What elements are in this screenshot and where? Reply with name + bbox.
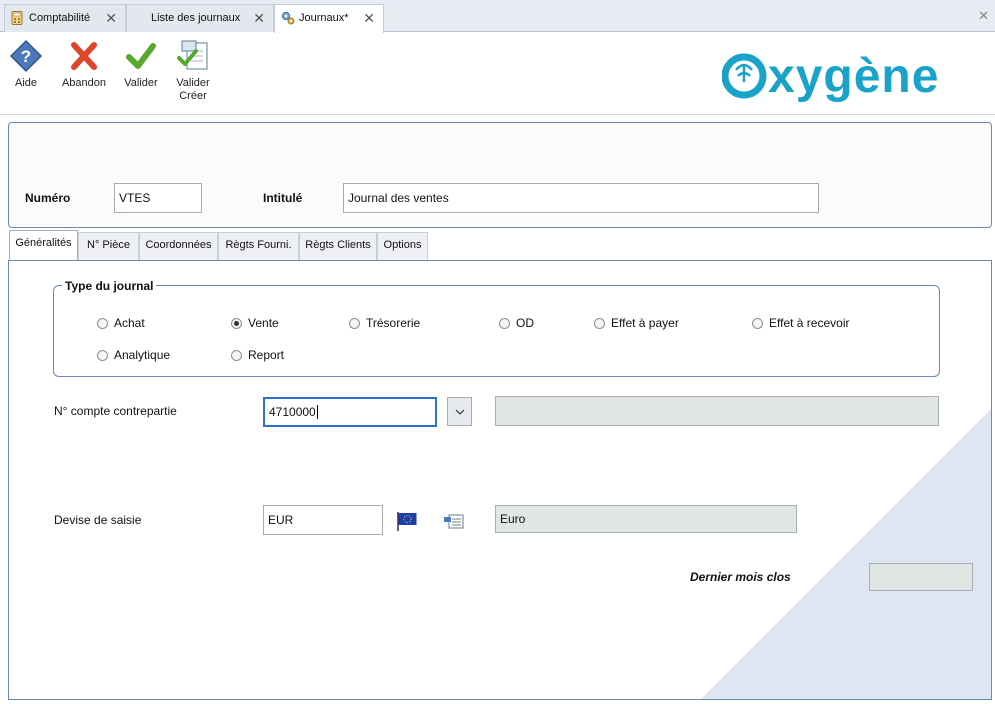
radio-dot xyxy=(752,317,763,329)
contrepartie-input[interactable]: 4710000 xyxy=(263,397,437,427)
radio-label: Effet à payer xyxy=(611,316,679,330)
radio-dot xyxy=(231,317,242,329)
intitule-label: Intitulé xyxy=(263,191,303,205)
radio-label: Vente xyxy=(248,316,279,330)
checkmark-icon xyxy=(126,43,156,69)
tab-label: N° Pièce xyxy=(87,239,130,251)
radio-label: Effet à recevoir xyxy=(769,316,850,330)
radio-dot xyxy=(594,317,605,329)
validate-create-label-1: Valider xyxy=(176,77,210,89)
contrepartie-description xyxy=(495,396,939,426)
radio-effet-payer[interactable]: Effet à payer xyxy=(594,316,679,330)
numero-value: VTES xyxy=(119,191,151,205)
radio-label: Achat xyxy=(114,316,145,330)
oxygene-logo: xygène xyxy=(721,50,984,104)
radio-vente[interactable]: Vente xyxy=(231,316,279,330)
devise-label: Devise de saisie xyxy=(54,513,142,527)
contrepartie-dropdown-button[interactable] xyxy=(447,397,472,426)
validate-label: Valider xyxy=(124,77,158,89)
close-icon[interactable]: ✕ xyxy=(105,10,117,27)
devise-value: EUR xyxy=(268,513,294,527)
radio-label: Analytique xyxy=(114,348,171,362)
tab-label: Comptabilité xyxy=(29,12,91,24)
abandon-label: Abandon xyxy=(61,77,107,89)
tab-n-piece[interactable]: N° Pièce xyxy=(78,232,139,260)
radio-od[interactable]: OD xyxy=(499,316,534,330)
tab-label: Journaux* xyxy=(299,12,349,24)
tab-label: Règts Fourni. xyxy=(225,239,292,251)
validate-create-icon xyxy=(177,40,208,70)
numero-label: Numéro xyxy=(25,191,71,205)
radio-analytique[interactable]: Analytique xyxy=(97,348,170,362)
header-panel: Numéro VTES Intitulé Journal des ventes xyxy=(8,122,992,228)
journal-type-title: Type du journal xyxy=(62,279,157,293)
numero-field[interactable]: VTES xyxy=(114,183,202,213)
close-all-icon[interactable]: ✕ xyxy=(978,8,989,24)
devise-description-value: Euro xyxy=(500,512,526,526)
journal-type-group: Type du journal Achat Vente Trésorerie O… xyxy=(53,279,940,377)
tab-regts-clients[interactable]: Règts Clients xyxy=(299,232,377,260)
radio-dot xyxy=(231,349,242,361)
devise-description: Euro xyxy=(495,505,797,533)
close-icon[interactable]: ✕ xyxy=(363,10,375,27)
tab-label: Coordonnées xyxy=(145,239,212,251)
tab-generalites[interactable]: Généralités xyxy=(9,230,78,261)
tab-label: Généralités xyxy=(15,237,72,249)
cancel-x-icon xyxy=(71,42,97,70)
validate-create-button[interactable]: Valider Créer xyxy=(172,39,214,103)
tab-label: Règts Clients xyxy=(305,239,371,251)
radio-label: OD xyxy=(516,316,534,330)
logo-text: xygène xyxy=(768,52,939,103)
radio-label: Trésorerie xyxy=(366,316,421,330)
radio-dot xyxy=(499,317,510,329)
intitule-field[interactable]: Journal des ventes xyxy=(343,183,819,213)
radio-report[interactable]: Report xyxy=(231,348,284,362)
chevron-down-icon xyxy=(455,409,464,415)
intitule-value: Journal des ventes xyxy=(348,191,449,205)
tab-journaux[interactable]: Journaux* ✕ xyxy=(274,4,384,33)
radio-effet-recevoir[interactable]: Effet à recevoir xyxy=(752,316,849,330)
tab-label: Liste des journaux xyxy=(151,12,241,24)
contrepartie-value: 4710000 xyxy=(269,405,316,419)
tab-regts-fourni[interactable]: Règts Fourni. xyxy=(218,232,299,260)
tab-liste-journaux[interactable]: Liste des journaux ✕ xyxy=(126,4,274,32)
tab-label: Options xyxy=(383,239,422,251)
radio-achat[interactable]: Achat xyxy=(97,316,145,330)
abandon-button[interactable]: Abandon xyxy=(60,39,108,90)
main-panel: Type du journal Achat Vente Trésorerie O… xyxy=(8,260,992,700)
help-button[interactable]: ? Aide xyxy=(8,39,44,90)
decorative-triangle xyxy=(701,409,991,699)
currency-details-icon[interactable] xyxy=(443,512,465,533)
dernier-mois-label: Dernier mois clos xyxy=(690,570,791,584)
gears-icon xyxy=(281,11,295,28)
tab-options[interactable]: Options xyxy=(377,232,428,260)
validate-create-label-2: Créer xyxy=(179,90,207,102)
help-label: Aide xyxy=(14,77,38,89)
tab-comptabilite[interactable]: Comptabilité ✕ xyxy=(4,4,126,32)
radio-dot xyxy=(97,349,108,361)
svg-text:?: ? xyxy=(21,47,31,66)
dernier-mois-field xyxy=(869,563,973,591)
text-cursor xyxy=(316,405,318,419)
help-icon: ? xyxy=(9,39,43,73)
radio-tresorerie[interactable]: Trésorerie xyxy=(349,316,420,330)
radio-dot xyxy=(349,317,360,329)
radio-dot xyxy=(97,317,108,329)
contrepartie-label: N° compte contrepartie xyxy=(54,404,177,418)
tab-coordonnees[interactable]: Coordonnées xyxy=(139,232,218,260)
close-icon[interactable]: ✕ xyxy=(253,10,265,27)
document-tab-bar: Comptabilité ✕ Liste des journaux ✕ Jour… xyxy=(0,0,995,33)
devise-input[interactable]: EUR xyxy=(263,505,383,535)
eu-flag-icon[interactable] xyxy=(396,510,418,535)
calculator-icon xyxy=(11,11,23,28)
validate-button[interactable]: Valider xyxy=(122,39,160,90)
radio-label: Report xyxy=(248,348,285,362)
